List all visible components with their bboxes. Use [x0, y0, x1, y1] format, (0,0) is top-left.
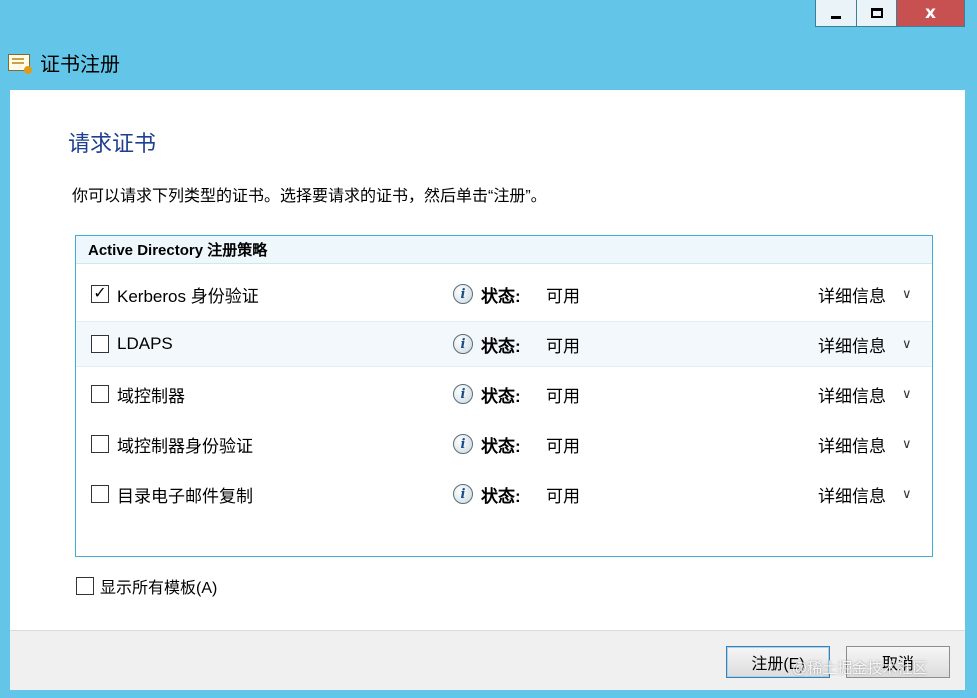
title-bar: 证书注册 — [8, 48, 120, 77]
status-value: 可用 — [546, 286, 580, 306]
status-value: 可用 — [546, 336, 580, 356]
certificate-checkbox[interactable] — [91, 385, 109, 403]
certificate-checkbox[interactable] — [91, 335, 109, 353]
certificate-checkbox[interactable] — [91, 485, 109, 503]
status-value: 可用 — [546, 486, 580, 506]
certificate-icon — [8, 54, 32, 74]
panel-header: Active Directory 注册策略 — [76, 236, 932, 264]
chevron-down-icon[interactable]: ∨ — [902, 436, 912, 452]
chevron-down-icon[interactable]: ∨ — [902, 286, 912, 302]
status-label: 状态: — [481, 436, 521, 456]
certificate-checkbox[interactable]: ✓ — [91, 285, 109, 303]
minimize-button[interactable] — [815, 0, 857, 27]
certificate-name: LDAPS — [117, 334, 173, 353]
status-label: 状态: — [481, 286, 521, 306]
certificate-row[interactable]: 域控制器 i 状态: 可用 详细信息 ∨ — [76, 371, 932, 417]
status-label: 状态: — [481, 486, 521, 506]
certificate-name: 目录电子邮件复制 — [117, 486, 253, 506]
certificate-row[interactable]: 域控制器身份验证 i 状态: 可用 详细信息 ∨ — [76, 421, 932, 467]
info-icon: i — [453, 334, 473, 354]
show-all-templates[interactable]: 显示所有模板(A) — [76, 574, 217, 598]
certificate-row[interactable]: 目录电子邮件复制 i 状态: 可用 详细信息 ∨ — [76, 471, 932, 517]
certificate-name: Kerberos 身份验证 — [117, 286, 259, 306]
page-heading: 请求证书 — [68, 131, 157, 156]
enrollment-policy-panel: Active Directory 注册策略 ✓ Kerberos 身份验证 i … — [75, 235, 933, 557]
certificate-name: 域控制器 — [117, 386, 185, 406]
details-link[interactable]: 详细信息 — [818, 432, 886, 457]
window-title: 证书注册 — [40, 54, 120, 76]
chevron-down-icon[interactable]: ∨ — [902, 486, 912, 502]
maximize-button[interactable] — [857, 0, 897, 27]
info-icon: i — [453, 284, 473, 304]
show-all-checkbox[interactable] — [76, 577, 94, 595]
wizard-content: 请求证书 你可以请求下列类型的证书。选择要请求的证书，然后单击“注册”。 Act… — [10, 90, 965, 630]
status-value: 可用 — [546, 386, 580, 406]
status-value: 可用 — [546, 436, 580, 456]
minimize-icon — [831, 15, 841, 19]
details-link[interactable]: 详细信息 — [818, 482, 886, 507]
certificate-row[interactable]: LDAPS i 状态: 可用 详细信息 ∨ — [76, 321, 932, 367]
certificate-row[interactable]: ✓ Kerberos 身份验证 i 状态: 可用 详细信息 ∨ — [76, 271, 932, 317]
instruction-text: 你可以请求下列类型的证书。选择要请求的证书，然后单击“注册”。 — [72, 188, 547, 205]
close-button[interactable]: x — [897, 0, 965, 27]
status-label: 状态: — [481, 336, 521, 356]
chevron-down-icon[interactable]: ∨ — [902, 386, 912, 402]
watermark: @稀土掘金技术社区 — [792, 660, 928, 677]
maximize-icon — [870, 8, 883, 18]
close-icon: x — [925, 3, 936, 23]
status-label: 状态: — [481, 386, 521, 406]
details-link[interactable]: 详细信息 — [818, 332, 886, 357]
info-icon: i — [453, 484, 473, 504]
chevron-down-icon[interactable]: ∨ — [902, 336, 912, 352]
details-link[interactable]: 详细信息 — [818, 382, 886, 407]
details-link[interactable]: 详细信息 — [818, 282, 886, 307]
show-all-label: 显示所有模板(A) — [100, 580, 218, 597]
certificate-checkbox[interactable] — [91, 435, 109, 453]
certificate-name: 域控制器身份验证 — [117, 436, 253, 456]
info-icon: i — [453, 434, 473, 454]
info-icon: i — [453, 384, 473, 404]
